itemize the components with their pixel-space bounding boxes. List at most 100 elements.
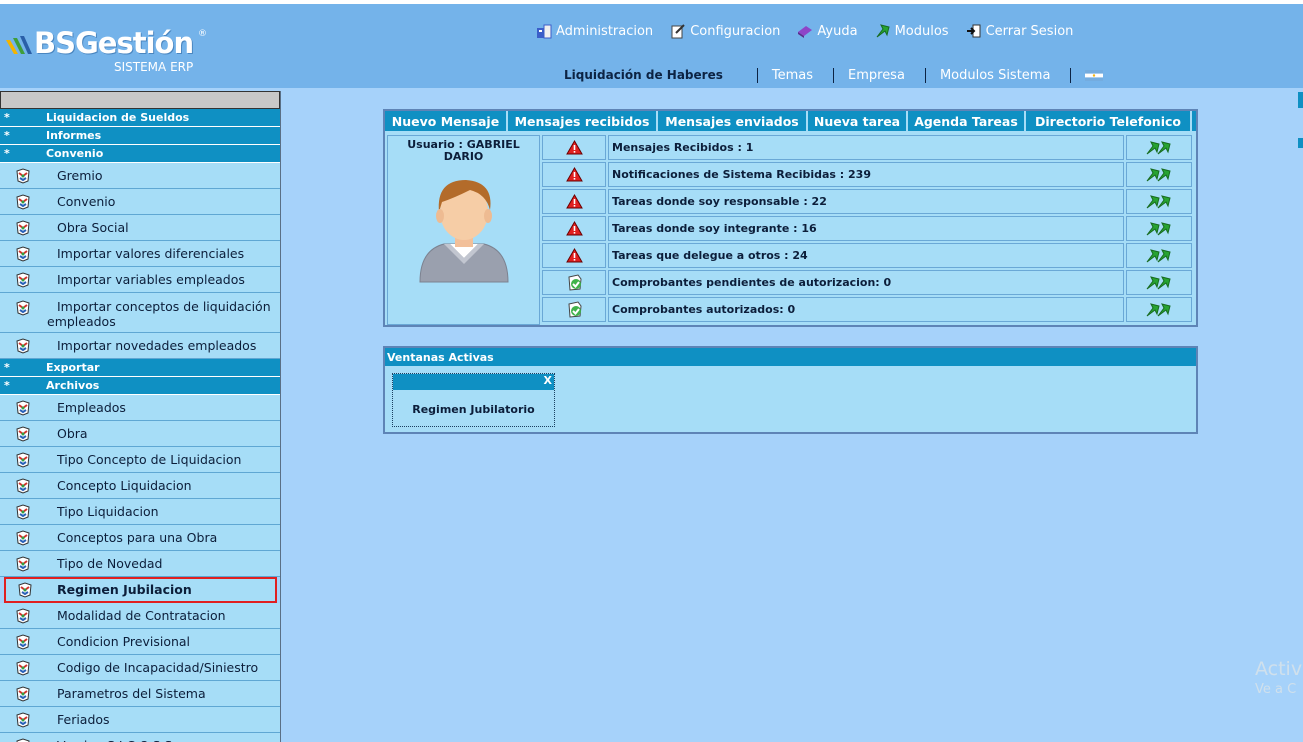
module-icon bbox=[0, 271, 57, 289]
sidebar-item-feriados[interactable]: Feriados bbox=[0, 707, 280, 733]
sidebar-item-importar-conceptos-de-liquidaci-n-empleados[interactable]: Importar conceptos de liquidación emplead… bbox=[0, 293, 280, 333]
module-icon bbox=[0, 167, 57, 185]
sidebar-section-archivos[interactable]: * Archivos bbox=[0, 377, 280, 395]
module-icon bbox=[0, 529, 57, 547]
sidebar-search-bar[interactable] bbox=[0, 91, 280, 109]
tab-directorio-telefonico[interactable]: Directorio Telefonico bbox=[1026, 111, 1192, 131]
tab-agenda-tareas[interactable]: Agenda Tareas bbox=[908, 111, 1026, 131]
sidebar-item-label: Regimen Jubilacion bbox=[57, 582, 192, 597]
sidebar-item-importar-valores-diferenciales[interactable]: Importar valores diferenciales bbox=[0, 241, 280, 267]
sidebar-item-conceptos-para-una-obra[interactable]: Conceptos para una Obra bbox=[0, 525, 280, 551]
empresa-link[interactable]: Empresa bbox=[848, 68, 905, 83]
topnav-cerrar-sesion[interactable]: Cerrar Sesion bbox=[966, 23, 1073, 39]
brand-logo[interactable]: BSGestión ® SISTEMA ERP bbox=[4, 26, 207, 76]
watermark-line2: Ve a C bbox=[1255, 682, 1297, 697]
config-icon bbox=[670, 23, 690, 39]
user-avatar-icon bbox=[419, 180, 509, 283]
sidebar-menu: * Liquidacion de Sueldos * Informes * Conveni… bbox=[0, 109, 280, 742]
admin-icon bbox=[536, 23, 556, 39]
sidebar-item-convenio[interactable]: Convenio bbox=[0, 189, 280, 215]
module-icon bbox=[4, 581, 57, 599]
sidebar-item-empleados[interactable]: Empleados bbox=[0, 395, 280, 421]
notifications-list: Mensajes Recibidos : 1 Notificaciones de … bbox=[542, 135, 1194, 324]
tab-mensajes-enviados[interactable]: Mensajes enviados bbox=[658, 111, 808, 131]
messages-panel: Nuevo Mensaje Mensajes recibidos Mensajes … bbox=[383, 109, 1198, 327]
sidebar-item-label: Importar variables empleados bbox=[57, 272, 245, 287]
argentina-flag-icon[interactable] bbox=[1085, 69, 1104, 81]
sidebar-item-label: Tipo Liquidacion bbox=[57, 504, 159, 519]
tab-nueva-tarea[interactable]: Nueva tarea bbox=[808, 111, 908, 131]
help-icon bbox=[797, 23, 817, 39]
sidebar-item-obra-social[interactable]: Obra Social bbox=[0, 215, 280, 241]
sidebar-item-importar-novedades-empleados[interactable]: Importar novedades empleados bbox=[0, 333, 280, 359]
sidebar-section-exportar[interactable]: * Exportar bbox=[0, 359, 280, 377]
temas-link[interactable]: Temas bbox=[772, 68, 813, 83]
sidebar-item-version-s-i-c-o-s-s[interactable]: Version S.I.C.O.S.S. bbox=[0, 733, 280, 742]
section-bullet: * bbox=[4, 379, 10, 392]
sidebar-item-gremio[interactable]: Gremio bbox=[0, 163, 280, 189]
topnav-ayuda[interactable]: Ayuda bbox=[797, 23, 858, 39]
go-arrow-icon[interactable] bbox=[1126, 243, 1192, 268]
sidebar-item-label: Gremio bbox=[57, 168, 103, 183]
header: BSGestión ® SISTEMA ERP Administracion Co… bbox=[0, 0, 1303, 88]
topnav-modulos[interactable]: Modulos bbox=[875, 23, 949, 39]
sidebar-item-label: Importar conceptos de liquidación emplead… bbox=[47, 299, 271, 329]
go-arrow-icon[interactable] bbox=[1126, 216, 1192, 241]
sidebar-item-label: Empleados bbox=[57, 400, 126, 415]
watermark-line1: Activ bbox=[1255, 658, 1303, 680]
module-icon bbox=[0, 245, 57, 263]
sidebar-item-modalidad-de-contratacion[interactable]: Modalidad de Contratacion bbox=[0, 603, 280, 629]
go-arrow-icon[interactable] bbox=[1126, 297, 1192, 322]
topnav-configuracion[interactable]: Configuracion bbox=[670, 23, 780, 39]
sidebar-item-codigo-de-incapacidad-siniestro[interactable]: Codigo de Incapacidad/Siniestro bbox=[0, 655, 280, 681]
window-card-bar: X bbox=[393, 374, 554, 390]
go-arrow-icon[interactable] bbox=[1126, 162, 1192, 187]
sidebar-item-regimen-jubilacion[interactable]: Regimen Jubilacion bbox=[4, 577, 277, 603]
module-icon bbox=[0, 633, 57, 651]
module-icon bbox=[0, 337, 57, 355]
section-bullet: * bbox=[4, 111, 10, 124]
sidebar-section-informes[interactable]: * Informes bbox=[0, 127, 280, 145]
brand-subtitle: SISTEMA ERP bbox=[114, 60, 194, 74]
tab-mensajes-recibidos[interactable]: Mensajes recibidos bbox=[508, 111, 658, 131]
sidebar-item-obra[interactable]: Obra bbox=[0, 421, 280, 447]
section-bullet: * bbox=[4, 129, 10, 142]
close-window-button[interactable]: X bbox=[544, 374, 552, 387]
sidebar-item-tipo-concepto-de-liquidacion[interactable]: Tipo Concepto de Liquidacion bbox=[0, 447, 280, 473]
sidebar-item-tipo-liquidacion[interactable]: Tipo Liquidacion bbox=[0, 499, 280, 525]
sidebar: * Liquidacion de Sueldos * Informes * Conveni… bbox=[0, 91, 281, 742]
module-icon bbox=[0, 555, 57, 573]
active-window-card[interactable]: X Regimen Jubilatorio bbox=[392, 373, 555, 427]
sidebar-item-tipo-de-novedad[interactable]: Tipo de Novedad bbox=[0, 551, 280, 577]
sidebar-item-concepto-liquidacion[interactable]: Concepto Liquidacion bbox=[0, 473, 280, 499]
section-label: Archivos bbox=[46, 379, 100, 392]
notification-text: Tareas donde soy responsable : 22 bbox=[608, 189, 1124, 214]
modulos-sistema-link[interactable]: Modulos Sistema bbox=[940, 68, 1051, 83]
sidebar-section-convenio[interactable]: * Convenio bbox=[0, 145, 280, 163]
sidebar-section-liquidacion-de-sueldos[interactable]: * Liquidacion de Sueldos bbox=[0, 109, 280, 127]
topnav-label: Modulos bbox=[894, 23, 949, 39]
tab-nuevo-mensaje[interactable]: Nuevo Mensaje bbox=[385, 111, 508, 131]
module-icon bbox=[0, 503, 57, 521]
sidebar-item-importar-variables-empleados[interactable]: Importar variables empleados bbox=[0, 267, 280, 293]
sidebar-item-parametros-del-sistema[interactable]: Parametros del Sistema bbox=[0, 681, 280, 707]
topnav-label: Administracion bbox=[556, 23, 654, 39]
go-arrow-icon[interactable] bbox=[1126, 189, 1192, 214]
notification-row: Notificaciones de Sistema Recibidas : 23… bbox=[542, 162, 1194, 187]
warning-icon bbox=[542, 216, 606, 241]
go-arrow-icon[interactable] bbox=[1126, 135, 1192, 160]
sidebar-item-label: Convenio bbox=[57, 194, 116, 209]
module-icon bbox=[0, 737, 57, 742]
topnav-administracion[interactable]: Administracion bbox=[536, 23, 653, 39]
sidebar-item-condicion-previsional[interactable]: Condicion Previsional bbox=[0, 629, 280, 655]
modules-icon bbox=[875, 23, 895, 39]
module-icon bbox=[0, 219, 57, 237]
warning-icon bbox=[542, 135, 606, 160]
go-arrow-icon[interactable] bbox=[1126, 270, 1192, 295]
section-bullet: * bbox=[4, 361, 10, 374]
sidebar-item-label: Importar valores diferenciales bbox=[57, 246, 245, 261]
module-title: Liquidación de Haberes bbox=[564, 68, 723, 82]
check-icon bbox=[542, 297, 606, 322]
module-icon bbox=[0, 477, 57, 495]
active-windows-title: Ventanas Activas bbox=[385, 348, 1196, 366]
